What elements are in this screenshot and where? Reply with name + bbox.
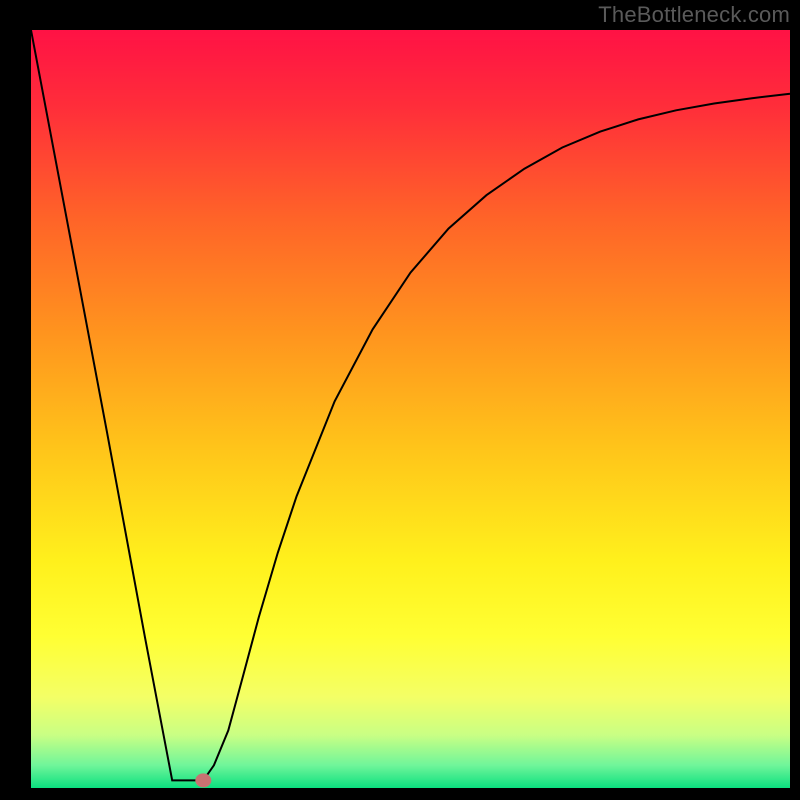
plot-background — [31, 30, 790, 788]
chart-frame: TheBottleneck.com — [0, 0, 800, 800]
bottleneck-chart — [0, 0, 800, 800]
optimum-marker — [195, 773, 211, 787]
watermark-text: TheBottleneck.com — [598, 2, 790, 28]
